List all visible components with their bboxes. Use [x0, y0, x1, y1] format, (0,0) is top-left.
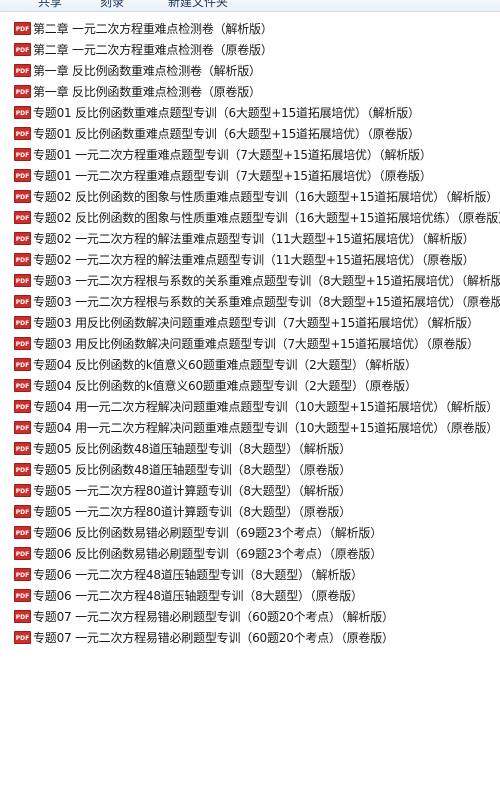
pdf-file-icon: PDF — [14, 85, 31, 98]
file-row[interactable]: PDF 专题05 反比例函数48道压轴题型专训（8大题型）（原卷版） — [0, 459, 500, 480]
file-name[interactable]: 专题01 反比例函数重难点题型专训（6大题型+15道拓展培优）（解析版） — [33, 104, 420, 121]
pdf-file-icon: PDF — [14, 211, 31, 224]
file-row[interactable]: PDF 专题04 用一元二次方程解决问题重难点题型专训（10大题型+15道拓展培优… — [0, 417, 500, 438]
pdf-file-icon: PDF — [14, 64, 31, 77]
file-name[interactable]: 专题01 一元二次方程重难点题型专训（7大题型+15道拓展培优）（原卷版） — [33, 167, 432, 184]
file-name[interactable]: 第一章 反比例函数重难点检测卷（原卷版） — [33, 83, 261, 100]
file-row[interactable]: PDF 专题06 一元二次方程48道压轴题型专训（8大题型）（解析版） — [0, 564, 500, 585]
file-name[interactable]: 专题05 一元二次方程80道计算题专训（8大题型）（原卷版） — [33, 503, 351, 520]
pdf-file-icon: PDF — [14, 358, 31, 371]
file-name[interactable]: 专题02 一元二次方程的解法重难点题型专训（11大题型+15道拓展培优）（解析版… — [33, 230, 475, 247]
pdf-file-icon: PDF — [14, 148, 31, 161]
file-name[interactable]: 专题03 一元二次方程根与系数的关系重难点题型专训（8大题型+15道拓展培优）（… — [33, 293, 500, 310]
file-row[interactable]: PDF 专题04 用一元二次方程解决问题重难点题型专训（10大题型+15道拓展培优… — [0, 396, 500, 417]
pdf-file-icon: PDF — [14, 43, 31, 56]
file-name[interactable]: 专题06 一元二次方程48道压轴题型专训（8大题型）（解析版） — [33, 566, 363, 583]
file-name[interactable]: 专题03 用反比例函数解决问题重难点题型专训（7大题型+15道拓展培优）（原卷版… — [33, 335, 479, 352]
file-row[interactable]: PDF 专题03 用反比例函数解决问题重难点题型专训（7大题型+15道拓展培优）（… — [0, 312, 500, 333]
explorer-toolbar: 共享 刻录 新建文件夹 — [0, 0, 500, 12]
pdf-file-icon: PDF — [14, 232, 31, 245]
file-row[interactable]: PDF 专题01 一元二次方程重难点题型专训（7大题型+15道拓展培优）（解析版） — [0, 144, 500, 165]
file-name[interactable]: 专题03 用反比例函数解决问题重难点题型专训（7大题型+15道拓展培优）（解析版… — [33, 314, 479, 331]
file-name[interactable]: 专题04 反比例函数的k值意义60题重难点题型专训（2大题型）（原卷版） — [33, 377, 417, 394]
pdf-file-icon: PDF — [14, 484, 31, 497]
file-row[interactable]: PDF 专题02 反比例函数的图象与性质重难点题型专训（16大题型+15道拓展培优… — [0, 186, 500, 207]
pdf-file-icon: PDF — [14, 589, 31, 602]
file-name[interactable]: 专题05 一元二次方程80道计算题专训（8大题型）（解析版） — [33, 482, 351, 499]
pdf-file-icon: PDF — [14, 421, 31, 434]
file-row[interactable]: PDF 专题02 反比例函数的图象与性质重难点题型专训（16大题型+15道拓展培优… — [0, 207, 500, 228]
file-row[interactable]: PDF 专题04 反比例函数的k值意义60题重难点题型专训（2大题型）（原卷版） — [0, 375, 500, 396]
pdf-file-icon: PDF — [14, 337, 31, 350]
file-row[interactable]: PDF 第一章 反比例函数重难点检测卷（原卷版） — [0, 81, 500, 102]
file-row[interactable]: PDF 专题02 一元二次方程的解法重难点题型专训（11大题型+15道拓展培优）（… — [0, 228, 500, 249]
file-name[interactable]: 专题07 一元二次方程易错必刷题型专训（60题20个考点）（原卷版） — [33, 629, 394, 646]
file-row[interactable]: PDF 专题01 反比例函数重难点题型专训（6大题型+15道拓展培优）（解析版） — [0, 102, 500, 123]
file-row[interactable]: PDF 第一章 反比例函数重难点检测卷（解析版） — [0, 60, 500, 81]
file-row[interactable]: PDF 专题06 反比例函数易错必刷题型专训（69题23个考点）（解析版） — [0, 522, 500, 543]
file-name[interactable]: 专题05 反比例函数48道压轴题型专训（8大题型）（解析版） — [33, 440, 351, 457]
file-row[interactable]: PDF 专题02 一元二次方程的解法重难点题型专训（11大题型+15道拓展培优）（… — [0, 249, 500, 270]
pdf-file-icon: PDF — [14, 169, 31, 182]
file-row[interactable]: PDF 专题04 反比例函数的k值意义60题重难点题型专训（2大题型）（解析版） — [0, 354, 500, 375]
file-row[interactable]: PDF 专题05 一元二次方程80道计算题专训（8大题型）（解析版） — [0, 480, 500, 501]
file-name[interactable]: 第二章 一元二次方程重难点检测卷（解析版） — [33, 20, 273, 37]
pdf-file-icon: PDF — [14, 253, 31, 266]
file-row[interactable]: PDF 专题07 一元二次方程易错必刷题型专训（60题20个考点）（原卷版） — [0, 627, 500, 648]
file-name[interactable]: 专题01 反比例函数重难点题型专训（6大题型+15道拓展培优）（原卷版） — [33, 125, 420, 142]
pdf-file-icon: PDF — [14, 127, 31, 140]
pdf-file-icon: PDF — [14, 505, 31, 518]
file-name[interactable]: 专题01 一元二次方程重难点题型专训（7大题型+15道拓展培优）（解析版） — [33, 146, 432, 163]
file-name[interactable]: 专题07 一元二次方程易错必刷题型专训（60题20个考点）（解析版） — [33, 608, 394, 625]
toolbar-new-folder-button[interactable]: 新建文件夹 — [168, 0, 228, 10]
file-name[interactable]: 第二章 一元二次方程重难点检测卷（原卷版） — [33, 41, 273, 58]
pdf-file-icon: PDF — [14, 295, 31, 308]
file-name[interactable]: 专题02 一元二次方程的解法重难点题型专训（11大题型+15道拓展培优）（原卷版… — [33, 251, 475, 268]
file-name[interactable]: 专题06 反比例函数易错必刷题型专训（69题23个考点）（解析版） — [33, 524, 382, 541]
pdf-file-icon: PDF — [14, 568, 31, 581]
pdf-file-icon: PDF — [14, 547, 31, 560]
file-row[interactable]: PDF 专题03 用反比例函数解决问题重难点题型专训（7大题型+15道拓展培优）（… — [0, 333, 500, 354]
pdf-file-icon: PDF — [14, 400, 31, 413]
file-row[interactable]: PDF 第二章 一元二次方程重难点检测卷（原卷版） — [0, 39, 500, 60]
file-row[interactable]: PDF 专题03 一元二次方程根与系数的关系重难点题型专训（8大题型+15道拓展培… — [0, 270, 500, 291]
file-list: PDF 第二章 一元二次方程重难点检测卷（解析版） PDF 第二章 一元二次方程重难点… — [0, 18, 500, 648]
toolbar-burn-button[interactable]: 刻录 — [100, 0, 124, 10]
file-row[interactable]: PDF 专题01 一元二次方程重难点题型专训（7大题型+15道拓展培优）（原卷版） — [0, 165, 500, 186]
file-row[interactable]: PDF 专题06 一元二次方程48道压轴题型专训（8大题型）（原卷版） — [0, 585, 500, 606]
pdf-file-icon: PDF — [14, 442, 31, 455]
file-row[interactable]: PDF 专题06 反比例函数易错必刷题型专训（69题23个考点）（原卷版） — [0, 543, 500, 564]
toolbar-share-button[interactable]: 共享 — [38, 0, 62, 10]
file-name[interactable]: 专题04 用一元二次方程解决问题重难点题型专训（10大题型+15道拓展培优）（原… — [33, 419, 498, 436]
pdf-file-icon: PDF — [14, 631, 31, 644]
file-name[interactable]: 专题04 反比例函数的k值意义60题重难点题型专训（2大题型）（解析版） — [33, 356, 417, 373]
file-name[interactable]: 专题06 反比例函数易错必刷题型专训（69题23个考点）（原卷版） — [33, 545, 382, 562]
file-row[interactable]: PDF 专题05 反比例函数48道压轴题型专训（8大题型）（解析版） — [0, 438, 500, 459]
file-name[interactable]: 专题05 反比例函数48道压轴题型专训（8大题型）（原卷版） — [33, 461, 351, 478]
file-row[interactable]: PDF 专题07 一元二次方程易错必刷题型专训（60题20个考点）（解析版） — [0, 606, 500, 627]
pdf-file-icon: PDF — [14, 379, 31, 392]
file-name[interactable]: 专题02 反比例函数的图象与性质重难点题型专训（16大题型+15道拓展培优练）（… — [33, 209, 500, 226]
file-row[interactable]: PDF 专题05 一元二次方程80道计算题专训（8大题型）（原卷版） — [0, 501, 500, 522]
pdf-file-icon: PDF — [14, 22, 31, 35]
pdf-file-icon: PDF — [14, 526, 31, 539]
file-name[interactable]: 专题04 用一元二次方程解决问题重难点题型专训（10大题型+15道拓展培优）（解… — [33, 398, 498, 415]
pdf-file-icon: PDF — [14, 610, 31, 623]
file-row[interactable]: PDF 专题01 反比例函数重难点题型专训（6大题型+15道拓展培优）（原卷版） — [0, 123, 500, 144]
pdf-file-icon: PDF — [14, 316, 31, 329]
pdf-file-icon: PDF — [14, 274, 31, 287]
file-name[interactable]: 专题03 一元二次方程根与系数的关系重难点题型专训（8大题型+15道拓展培优）（… — [33, 272, 500, 289]
file-row[interactable]: PDF 专题03 一元二次方程根与系数的关系重难点题型专训（8大题型+15道拓展培… — [0, 291, 500, 312]
pdf-file-icon: PDF — [14, 463, 31, 476]
file-row[interactable]: PDF 第二章 一元二次方程重难点检测卷（解析版） — [0, 18, 500, 39]
pdf-file-icon: PDF — [14, 190, 31, 203]
file-name[interactable]: 专题02 反比例函数的图象与性质重难点题型专训（16大题型+15道拓展培优）（解… — [33, 188, 498, 205]
pdf-file-icon: PDF — [14, 106, 31, 119]
file-name[interactable]: 第一章 反比例函数重难点检测卷（解析版） — [33, 62, 261, 79]
file-name[interactable]: 专题06 一元二次方程48道压轴题型专训（8大题型）（原卷版） — [33, 587, 363, 604]
